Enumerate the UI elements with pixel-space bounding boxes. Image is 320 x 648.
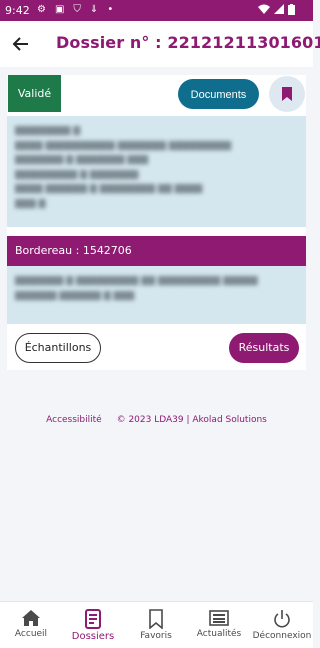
samples-button[interactable]: Échantillons bbox=[15, 333, 101, 363]
nav-item-dossiers[interactable]: Dossiers bbox=[62, 602, 124, 648]
nav-item-actualites[interactable]: Actualités bbox=[188, 602, 250, 648]
dossier-card: Validé Documents ▇▇▇▇▇▇▇▇ ▇ ▇▇▇▇ ▇▇▇▇▇▇▇… bbox=[7, 75, 306, 370]
nav-label: Déconnexion bbox=[252, 631, 312, 641]
nav-label: Actualités bbox=[196, 629, 242, 639]
home-icon bbox=[22, 610, 40, 626]
redacted-bordereau-info: ▇▇▇▇▇▇▇ ▇ ▇▇▇▇▇▇▇▇▇ ▇▇ ▇▇▇▇▇▇▇▇▇ ▇▇▇▇▇ ▇… bbox=[15, 276, 258, 301]
bookmark-icon bbox=[149, 609, 163, 629]
dot-icon: • bbox=[107, 4, 114, 15]
nav-item-deconnexion[interactable]: Déconnexion bbox=[251, 602, 313, 648]
bordereau-header: Bordereau : 1542706 bbox=[7, 236, 306, 266]
notification-icons: ⚙ ▣ ⛉ ⇓ • bbox=[37, 4, 113, 16]
gear-icon: ⚙ bbox=[37, 4, 46, 15]
shield-icon: ⛉ bbox=[73, 4, 81, 15]
wifi-icon bbox=[258, 4, 270, 14]
a-icon: ▣ bbox=[54, 4, 65, 15]
status-badge: Validé bbox=[8, 75, 61, 112]
bordereau-info-block: ▇▇▇▇▇▇▇ ▇ ▇▇▇▇▇▇▇▇▇ ▇▇ ▇▇▇▇▇▇▇▇▇ ▇▇▇▇▇ ▇… bbox=[7, 266, 306, 324]
nav-item-accueil[interactable]: Accueil bbox=[0, 602, 62, 648]
usb-icon: ⇓ bbox=[89, 4, 99, 15]
status-bar: 9:42 ⚙ ▣ ⛉ ⇓ • bbox=[0, 0, 313, 21]
bottom-navigation: Accueil Dossiers Favoris Actualités Déco… bbox=[0, 601, 313, 648]
system-icons bbox=[258, 4, 295, 15]
news-icon bbox=[209, 610, 229, 626]
redacted-info: ▇▇▇▇▇▇▇▇ ▇ ▇▇▇▇ ▇▇▇▇▇▇▇▇▇▇ ▇▇▇▇▇▇▇ ▇▇▇▇▇… bbox=[15, 126, 232, 209]
back-arrow-icon[interactable] bbox=[10, 33, 32, 55]
nav-item-favoris[interactable]: Favoris bbox=[125, 602, 187, 648]
nav-label: Accueil bbox=[14, 629, 48, 639]
signal-icon bbox=[274, 4, 284, 14]
documents-button[interactable]: Documents bbox=[178, 79, 259, 109]
footer: Accessibilité © 2023 LDA39 | Akolad Solu… bbox=[0, 415, 313, 425]
clock: 9:42 bbox=[5, 4, 30, 17]
page-title: Dossier n° : 22121211301601 bbox=[56, 33, 320, 52]
accessibility-link[interactable]: Accessibilité bbox=[46, 415, 102, 425]
app-bar: Dossier n° : 22121211301601 bbox=[0, 21, 320, 67]
dossier-info-block: ▇▇▇▇▇▇▇▇ ▇ ▇▇▇▇ ▇▇▇▇▇▇▇▇▇▇ ▇▇▇▇▇▇▇ ▇▇▇▇▇… bbox=[7, 116, 306, 227]
folder-icon bbox=[85, 609, 101, 629]
power-icon bbox=[274, 610, 290, 628]
battery-icon bbox=[288, 4, 295, 15]
results-button[interactable]: Résultats bbox=[229, 333, 299, 363]
nav-label: Favoris bbox=[140, 631, 172, 641]
copyright-text: © 2023 LDA39 | Akolad Solutions bbox=[116, 415, 267, 425]
nav-label: Dossiers bbox=[71, 631, 115, 642]
bookmark-icon bbox=[282, 87, 292, 101]
bookmark-button[interactable] bbox=[269, 76, 305, 112]
bordereau-label: Bordereau : 1542706 bbox=[15, 244, 132, 257]
